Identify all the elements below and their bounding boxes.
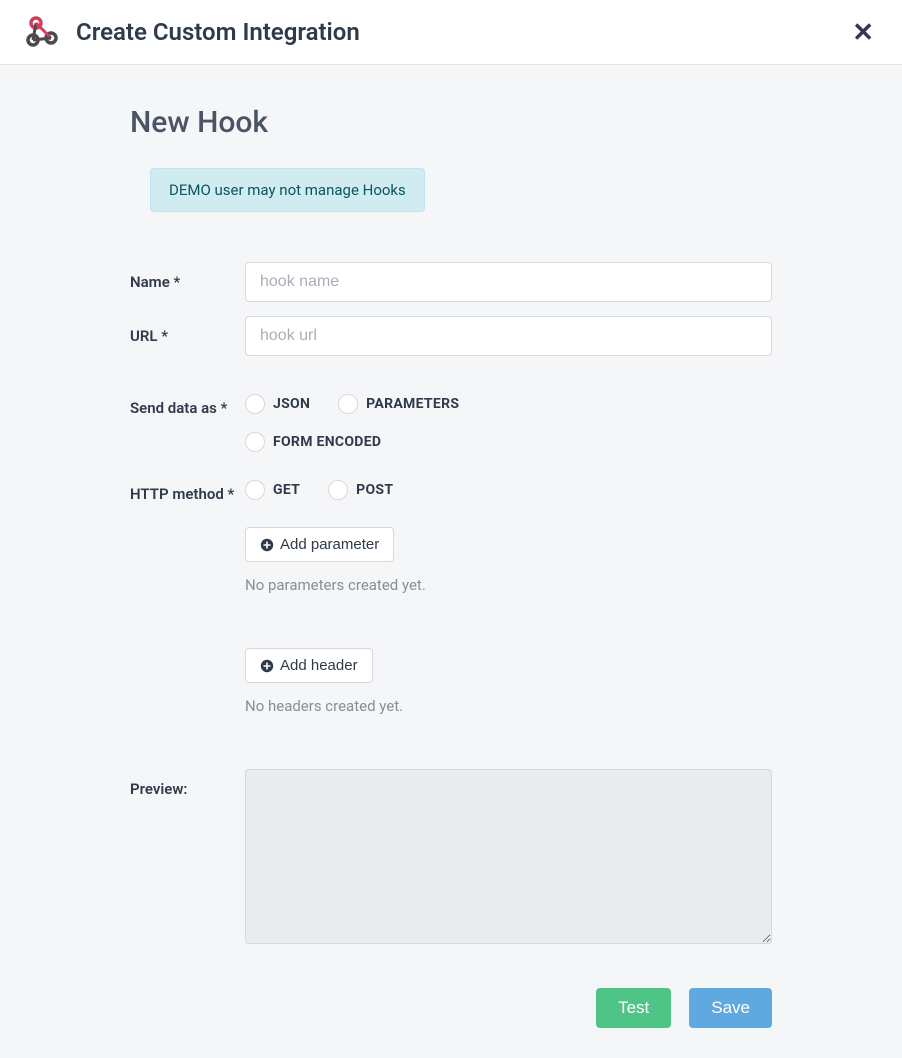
add-header-button[interactable]: Add header <box>245 648 373 683</box>
add-parameter-label: Add parameter <box>280 536 379 553</box>
radio-get[interactable]: GET <box>245 480 300 500</box>
radio-parameters-label: PARAMETERS <box>366 396 459 412</box>
test-button[interactable]: Test <box>596 988 671 1028</box>
url-label: URL * <box>130 316 245 356</box>
preview-label: Preview: <box>130 769 245 948</box>
modal-footer: Test Save <box>130 988 772 1028</box>
close-button[interactable]: ✕ <box>844 15 882 49</box>
radio-form-encoded[interactable]: FORM ENCODED <box>245 432 772 452</box>
form-row-url: URL * <box>130 316 772 356</box>
modal-header: Create Custom Integration ✕ <box>0 0 902 65</box>
name-label: Name * <box>130 262 245 302</box>
radio-form-encoded-label: FORM ENCODED <box>273 434 381 450</box>
form-row-parameters: Add parameter No parameters created yet. <box>130 527 772 626</box>
form-row-http-method: HTTP method * GET POST <box>130 474 772 505</box>
radio-parameters[interactable]: PARAMETERS <box>338 394 459 414</box>
alert-banner: DEMO user may not manage Hooks <box>150 168 425 212</box>
save-button[interactable]: Save <box>689 988 772 1028</box>
radio-json[interactable]: JSON <box>245 394 310 414</box>
radio-json-label: JSON <box>273 396 310 412</box>
send-data-label: Send data as * <box>130 388 245 452</box>
radio-icon <box>328 480 348 500</box>
add-parameter-button[interactable]: Add parameter <box>245 527 394 562</box>
form-row-send-data: Send data as * JSON PARAMETERS FORM ENCO… <box>130 388 772 452</box>
headers-empty-text: No headers created yet. <box>245 697 772 715</box>
form-row-headers: Add header No headers created yet. <box>130 648 772 747</box>
parameters-empty-text: No parameters created yet. <box>245 576 772 594</box>
url-input[interactable] <box>245 316 772 356</box>
webhook-icon <box>20 10 64 54</box>
page-title: New Hook <box>130 105 772 140</box>
form-row-preview: Preview: <box>130 769 772 948</box>
modal-body: New Hook DEMO user may not manage Hooks … <box>0 65 902 1058</box>
add-header-label: Add header <box>280 657 358 674</box>
modal-title: Create Custom Integration <box>76 18 844 46</box>
plus-circle-icon <box>260 659 274 673</box>
radio-icon <box>245 394 265 414</box>
radio-get-label: GET <box>273 482 300 498</box>
close-icon: ✕ <box>852 17 874 47</box>
http-method-label: HTTP method * <box>130 474 245 505</box>
radio-post[interactable]: POST <box>328 480 393 500</box>
radio-post-label: POST <box>356 482 393 498</box>
radio-icon <box>245 432 265 452</box>
preview-textarea[interactable] <box>245 769 772 944</box>
plus-circle-icon <box>260 538 274 552</box>
form-row-name: Name * <box>130 262 772 302</box>
radio-icon <box>338 394 358 414</box>
radio-icon <box>245 480 265 500</box>
name-input[interactable] <box>245 262 772 302</box>
